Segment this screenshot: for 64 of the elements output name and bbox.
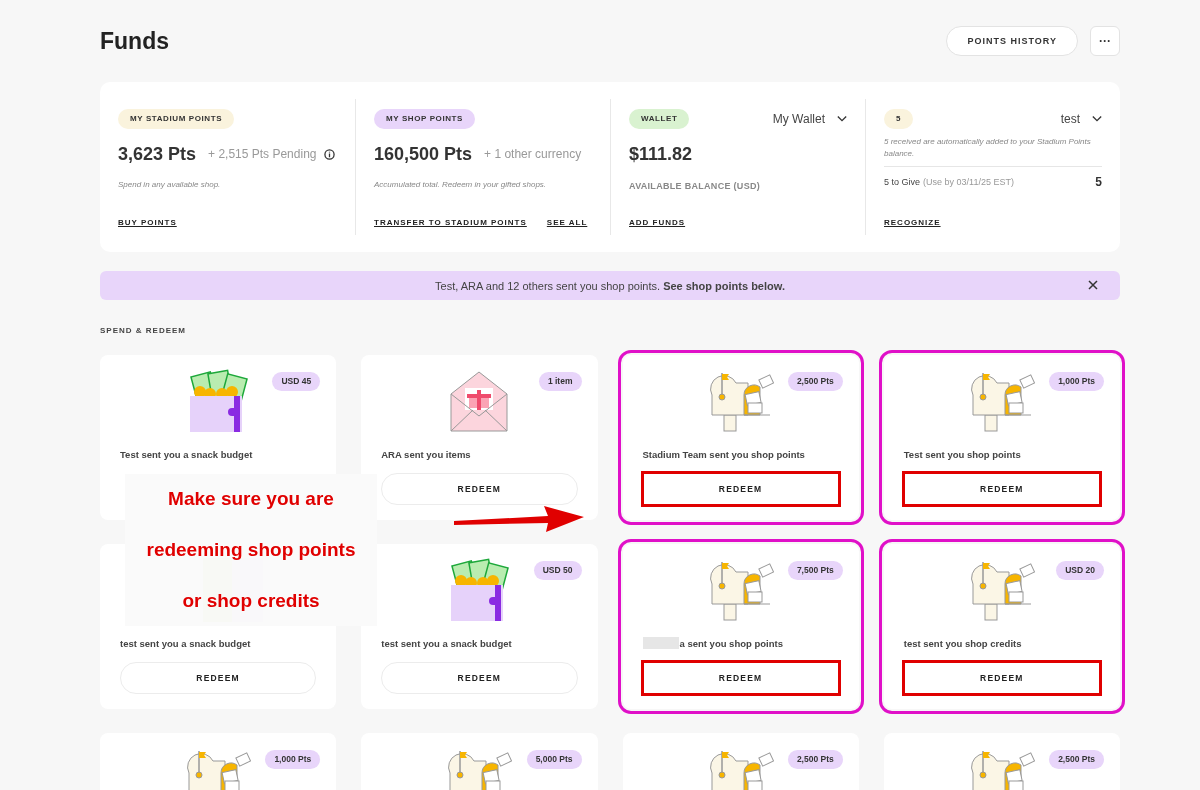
page-title: Funds [100,27,170,55]
info-icon[interactable] [324,148,336,160]
wallet-with-cash-drawing [449,558,510,622]
balance-note: Spend in any available shop. [118,179,222,191]
amount-badge: USD 45 [272,372,321,391]
give-count: 5 [1095,175,1102,189]
give-expiry: (Use by 03/11/25 EST) [923,177,1015,187]
wallet-with-cash-drawing [188,369,249,433]
points-history-button[interactable]: POINTS HISTORY [946,26,1078,56]
redeem-button[interactable]: REDEEM [381,662,578,694]
chevron-down-icon [837,115,847,123]
callout-text: or shop credits [182,589,320,612]
balance-tag: WALLET [629,109,690,129]
card-message: test sent you a snack budget [120,637,251,649]
account-dropdown[interactable]: My Wallet [772,112,847,126]
points-amount: 3,623 Pts [118,143,197,165]
redeem-button[interactable]: REDEEM [381,473,578,505]
points-extra: + 2,515 Pts Pending [208,147,317,161]
redeem-button[interactable]: REDEEM [120,662,317,694]
amount-badge: 1,000 Pts [1049,372,1104,391]
amount-badge: 2,500 Pts [787,750,843,769]
balance-tag: 5 [884,109,914,129]
action-link[interactable]: RECOGNIZE [884,218,941,227]
banner-text: Test, ARA and 12 others sent you shop points. See shop points below. [435,279,785,292]
amount-badge: USD 50 [533,561,582,580]
balance-note: Accumulated total. Redeem in your gifted shops. [374,179,548,191]
envelope-with-gift-drawing [449,369,510,433]
card-message: ARA sent you items [381,448,471,460]
action-link[interactable]: SEE ALL [546,218,588,227]
amount-badge: USD 20 [1056,561,1104,580]
callout-text: Make sure you are [168,488,334,511]
callout-text: redeeming shop points [146,539,356,561]
redeem-button[interactable]: REDEEM [903,473,1100,505]
chevron-down-icon [1092,115,1102,123]
amount-badge: 1,000 Pts [265,750,321,769]
redeem-button[interactable]: REDEEM [642,473,839,505]
amount-badge: 2,500 Pts [1049,750,1104,769]
redeem-button[interactable]: REDEEM [903,662,1100,694]
balance-tag: MY STADIUM POINTS [118,109,235,129]
balance-caption: AVAILABLE BALANCE (USD) [629,181,762,191]
card-message: test sent you a snack budget [381,637,512,649]
card-message: Test sent you shop points [903,448,1021,460]
points-amount: 160,500 Pts [374,143,473,165]
close-icon[interactable] [1088,280,1098,290]
points-extra: + 1 other currency [484,147,582,161]
amount-badge: 2,500 Pts [787,372,843,391]
card-message: Stadium Team sent you shop points [642,448,805,460]
redeem-button[interactable]: REDEEM [642,662,839,694]
wallet-amount: $111.82 [629,143,693,165]
account-dropdown[interactable]: test [1060,112,1102,126]
action-link[interactable]: ADD FUNDS [629,218,686,227]
card-message: test sent you shop credits [903,637,1022,649]
give-label: 5 to Give [884,177,921,187]
section-title: SPEND & REDEEM [100,326,187,335]
card-message: a sent you shop points [679,637,783,649]
card-message: Test sent you a snack budget [120,448,253,460]
amount-badge: 5,000 Pts [526,750,582,769]
more-button[interactable]: ··· [1090,26,1120,56]
amount-badge: 7,500 Pts [787,561,843,580]
action-link[interactable]: BUY POINTS [118,218,177,227]
amount-badge: 1 item [538,372,582,391]
action-link[interactable]: TRANSFER TO STADIUM POINTS [374,218,527,227]
balance-note: 5 received are automatically added to your Stadium Points balance. [884,136,1102,167]
balance-tag: MY SHOP POINTS [374,109,475,129]
